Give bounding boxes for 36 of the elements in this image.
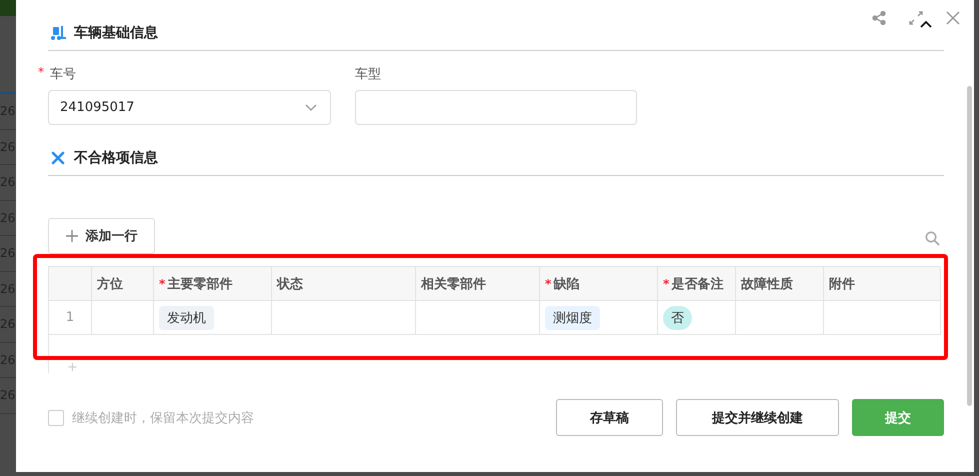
section-title: 车辆基础信息 bbox=[74, 24, 158, 42]
value-tag: 测烟度 bbox=[545, 306, 600, 330]
section-title: 不合格项信息 bbox=[74, 149, 158, 167]
value-tag: 发动机 bbox=[159, 306, 214, 330]
required-mark: * bbox=[38, 65, 44, 81]
column-header: 相关零部件 bbox=[416, 267, 540, 301]
value-pill: 否 bbox=[663, 306, 692, 330]
vehicle-number-select[interactable]: 241095017 bbox=[48, 90, 331, 125]
checkbox[interactable] bbox=[48, 410, 64, 426]
collapse-caret-icon[interactable] bbox=[920, 20, 932, 28]
plus-icon bbox=[66, 230, 78, 242]
chevron-down-icon[interactable] bbox=[305, 104, 317, 112]
forklift-icon bbox=[50, 25, 66, 41]
header-bar bbox=[0, 0, 16, 16]
column-header: 缺陷 bbox=[553, 276, 580, 292]
scrollbar[interactable] bbox=[967, 86, 972, 406]
action-button[interactable]: 提交并继续创建 bbox=[676, 399, 839, 436]
search-icon[interactable] bbox=[925, 231, 940, 246]
share-icon[interactable] bbox=[872, 11, 886, 25]
checkbox-label: 继续创建时，保留本次提交内容 bbox=[72, 410, 254, 426]
field-label: 车号 bbox=[50, 66, 76, 83]
column-header: 是否备注 bbox=[671, 276, 724, 292]
input-field[interactable] bbox=[355, 90, 637, 125]
column-header: 方位 bbox=[92, 267, 154, 301]
action-button[interactable]: 存草稿 bbox=[556, 399, 663, 436]
add-row-button[interactable]: 添加一行 bbox=[48, 218, 155, 254]
required-mark: * bbox=[663, 276, 670, 290]
close-icon[interactable] bbox=[946, 11, 960, 25]
field-label: 车型 bbox=[355, 66, 381, 83]
column-header: 故障性质 bbox=[736, 267, 824, 301]
column-header: 状态 bbox=[272, 267, 416, 301]
column-header: 附件 bbox=[824, 267, 941, 301]
required-mark: * bbox=[545, 276, 552, 290]
required-mark: * bbox=[159, 276, 166, 290]
row-number: 1 bbox=[49, 301, 92, 335]
column-header: 主要零部件 bbox=[167, 276, 232, 292]
